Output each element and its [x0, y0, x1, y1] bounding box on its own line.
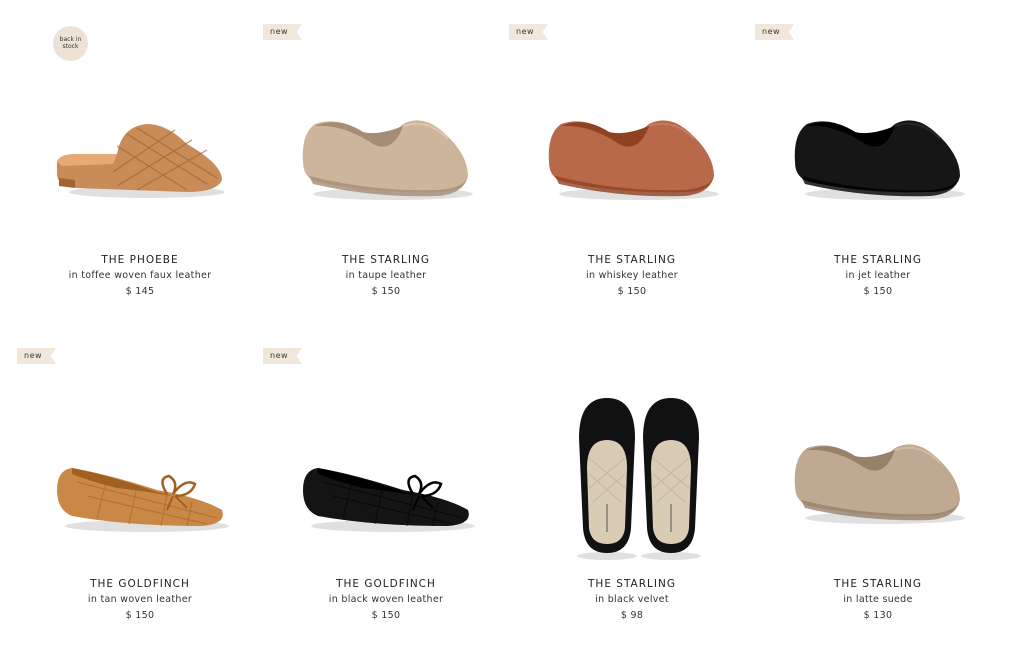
product-variant: in taupe leather	[345, 270, 427, 281]
product-card[interactable]: back in stock THE PHOEBE in toffee woven …	[17, 14, 263, 338]
product-price: $ 145	[125, 286, 155, 297]
product-name[interactable]: THE STARLING	[509, 578, 755, 590]
product-name[interactable]: THE STARLING	[755, 578, 1001, 590]
product-price: $ 150	[371, 286, 401, 297]
shoe-image[interactable]	[263, 54, 509, 254]
new-badge: new	[263, 348, 303, 364]
product-image[interactable]	[509, 54, 755, 254]
product-variant: in jet leather	[845, 270, 911, 281]
shoe-image[interactable]	[509, 54, 755, 254]
shoe-image[interactable]	[755, 54, 1001, 254]
product-variant: in toffee woven faux leather	[68, 270, 212, 281]
product-price: $ 150	[863, 286, 893, 297]
product-card[interactable]: new THE STARLING in whiskey leather $ 150	[509, 14, 755, 338]
product-price: $ 150	[125, 610, 155, 621]
product-variant: in black velvet	[595, 594, 669, 605]
product-name[interactable]: THE STARLING	[263, 254, 509, 266]
new-badge: new	[755, 24, 795, 40]
new-badge: new	[263, 24, 303, 40]
product-price: $ 150	[617, 286, 647, 297]
product-name[interactable]: THE PHOEBE	[17, 254, 263, 266]
shoe-image[interactable]	[509, 378, 755, 578]
product-image[interactable]	[755, 378, 1001, 578]
shoe-image[interactable]	[263, 378, 509, 578]
product-card[interactable]: new THE GOLDFINCH in black woven leather $…	[263, 338, 509, 662]
new-badge: new	[17, 348, 57, 364]
shoe-image[interactable]	[755, 378, 1001, 578]
product-variant: in latte suede	[843, 594, 913, 605]
product-price: $ 130	[863, 610, 893, 621]
product-name[interactable]: THE GOLDFINCH	[17, 578, 263, 590]
product-variant: in tan woven leather	[87, 594, 193, 605]
product-name[interactable]: THE GOLDFINCH	[263, 578, 509, 590]
product-image[interactable]	[263, 54, 509, 254]
product-card[interactable]: new THE GOLDFINCH in tan woven leather $ 1…	[17, 338, 263, 662]
product-image[interactable]	[17, 54, 263, 254]
product-variant: in whiskey leather	[586, 270, 678, 281]
shoe-image[interactable]	[17, 378, 263, 578]
shoe-image[interactable]	[17, 54, 263, 254]
product-image[interactable]	[17, 378, 263, 578]
product-price: $ 150	[371, 610, 401, 621]
product-price: $ 98	[620, 610, 644, 621]
product-image[interactable]	[263, 378, 509, 578]
product-card[interactable]: THE STARLING in latte suede $ 130	[755, 338, 1001, 662]
product-grid: back in stock THE PHOEBE in toffee woven …	[0, 0, 1024, 663]
product-card[interactable]: THE STARLING in black velvet $ 98	[509, 338, 755, 662]
product-card[interactable]: new THE STARLING in jet leather $ 150	[755, 14, 1001, 338]
product-name[interactable]: THE STARLING	[755, 254, 1001, 266]
product-variant: in black woven leather	[328, 594, 444, 605]
product-image[interactable]	[509, 378, 755, 578]
product-name[interactable]: THE STARLING	[509, 254, 755, 266]
new-badge: new	[509, 24, 549, 40]
product-card[interactable]: new THE STARLING in taupe leather $ 150	[263, 14, 509, 338]
product-image[interactable]	[755, 54, 1001, 254]
